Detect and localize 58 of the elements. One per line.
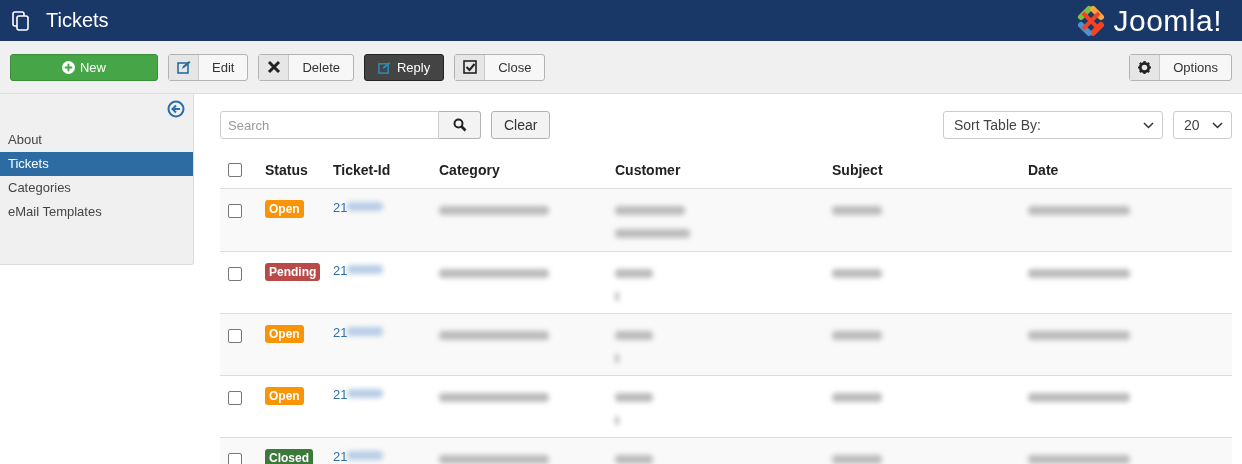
checkbox[interactable] bbox=[228, 163, 242, 177]
blurred-text bbox=[347, 265, 384, 275]
blurred-text bbox=[832, 206, 882, 216]
checkbox[interactable] bbox=[228, 329, 242, 343]
page-title: Tickets bbox=[46, 9, 110, 32]
blurred-text bbox=[615, 331, 653, 341]
search-button[interactable] bbox=[439, 111, 481, 139]
blurred-text bbox=[832, 455, 882, 464]
status-badge: Open bbox=[265, 387, 304, 405]
blurred-text bbox=[832, 269, 882, 279]
reply-button[interactable]: Reply bbox=[364, 53, 445, 81]
checkbox[interactable] bbox=[228, 204, 242, 218]
search-field[interactable]: Search bbox=[220, 111, 439, 139]
blurred-text bbox=[347, 202, 384, 212]
settings-icon bbox=[1138, 60, 1152, 74]
status-badge: Pending bbox=[265, 263, 321, 281]
blurred-text bbox=[615, 393, 653, 403]
blurred-text bbox=[347, 451, 384, 461]
checkbox-icon bbox=[462, 60, 477, 74]
blurred-text bbox=[832, 393, 882, 403]
collapse-icon[interactable] bbox=[167, 100, 185, 118]
sidebar-item[interactable]: eMail Templates bbox=[0, 200, 193, 224]
ticket-link[interactable]: 21 bbox=[333, 387, 348, 402]
sidebar-item[interactable]: Categories bbox=[0, 176, 193, 200]
edit-icon bbox=[176, 60, 191, 74]
blurred-text bbox=[615, 455, 653, 464]
clear-button[interactable]: Clear bbox=[491, 111, 551, 139]
ticket-link[interactable]: 21 bbox=[333, 263, 348, 278]
blurred-text bbox=[347, 389, 384, 399]
edit-icon bbox=[378, 60, 391, 74]
plus-circle-icon bbox=[62, 60, 75, 74]
blurred-text bbox=[615, 269, 653, 279]
options-button[interactable]: Options bbox=[1129, 53, 1232, 81]
status-badge: Open bbox=[265, 200, 304, 218]
sidebar-item[interactable]: Tickets bbox=[0, 152, 193, 176]
brand-name: Joomla! bbox=[1113, 5, 1222, 36]
ticket-link[interactable]: 21 bbox=[333, 200, 348, 215]
chevron-down-icon bbox=[1143, 121, 1154, 129]
ticket-link[interactable]: 21 bbox=[333, 449, 348, 464]
search-icon bbox=[452, 118, 467, 132]
cross-icon bbox=[266, 60, 281, 74]
toolbar-button[interactable]: Close bbox=[454, 53, 546, 81]
chevron-down-icon bbox=[1212, 121, 1223, 129]
status-badge: Closed bbox=[265, 449, 313, 464]
toolbar-button[interactable]: Delete bbox=[258, 53, 354, 81]
toolbar-button[interactable]: Edit bbox=[168, 53, 249, 81]
blurred-text bbox=[615, 206, 685, 216]
checkbox[interactable] bbox=[228, 267, 242, 281]
ticket-link[interactable]: 21 bbox=[333, 325, 348, 340]
limit-select[interactable]: 20 bbox=[1173, 111, 1232, 139]
blurred-text bbox=[832, 331, 882, 341]
sidebar-item[interactable]: About bbox=[0, 128, 193, 152]
sort-select[interactable]: Sort Table By: bbox=[943, 111, 1163, 139]
checkbox[interactable] bbox=[228, 453, 242, 464]
checkbox[interactable] bbox=[228, 391, 242, 405]
blurred-text bbox=[347, 327, 384, 337]
pages-icon bbox=[12, 10, 30, 31]
status-badge: Open bbox=[265, 325, 304, 343]
